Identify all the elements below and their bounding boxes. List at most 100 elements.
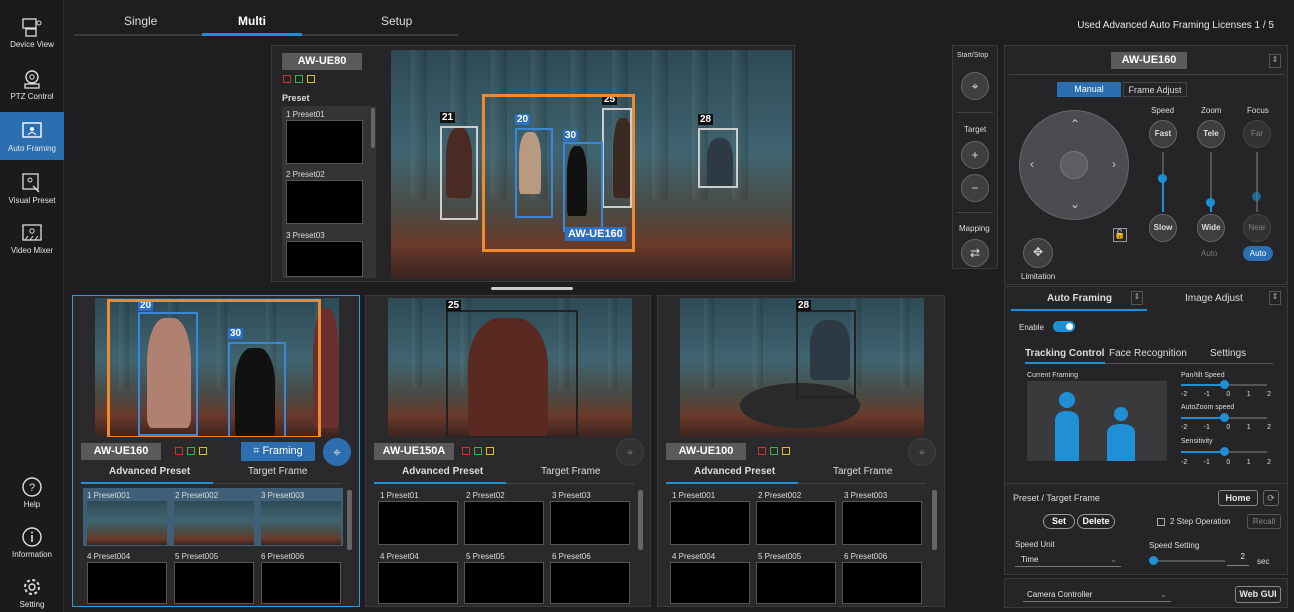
preset-thumb[interactable] (261, 562, 341, 604)
web-gui-button[interactable]: Web GUI (1235, 586, 1281, 603)
preset-thumb[interactable] (464, 501, 544, 545)
preset-thumb[interactable] (842, 501, 922, 545)
tab-multi[interactable]: Multi (238, 14, 266, 28)
focus-far-button[interactable]: Far (1243, 120, 1271, 148)
tab-settings[interactable]: Settings (1210, 348, 1246, 359)
camera-tile-3[interactable]: 28 AW-UE100 ⌖ Advanced Preset Target Fra… (657, 295, 945, 607)
preset-thumb[interactable] (550, 501, 630, 545)
pan-tilt-joystick[interactable]: ⌃ ⌄ ‹ › (1019, 110, 1129, 220)
nav-information[interactable]: Information (0, 526, 64, 559)
main-video-feed[interactable]: 21 20 25 30 28 AW-UE160 (391, 50, 792, 279)
nav-video-mixer[interactable]: Video Mixer (0, 222, 64, 255)
nav-device-view[interactable]: Device View (0, 16, 64, 49)
zoom-wide-button[interactable]: Wide (1197, 214, 1225, 242)
pantilt-speed-knob[interactable] (1220, 380, 1229, 389)
refresh-icon[interactable]: ⟳ (1263, 490, 1279, 506)
preset-thumb[interactable] (378, 562, 458, 604)
arrow-down-icon[interactable]: ⌄ (1070, 197, 1080, 211)
focus-auto-toggle[interactable]: Auto (1243, 246, 1273, 261)
delete-button[interactable]: Delete (1077, 514, 1115, 529)
nav-setting[interactable]: Setting (0, 576, 64, 609)
tab-advanced-preset[interactable]: Advanced Preset (402, 466, 483, 477)
tab-frame-adjust[interactable]: Frame Adjust (1123, 82, 1187, 97)
tab-target-frame[interactable]: Target Frame (541, 466, 600, 477)
nav-label: Video Mixer (10, 246, 54, 255)
joystick-center[interactable] (1060, 151, 1088, 179)
auto-framing-stepper[interactable]: ⇕ (1131, 291, 1143, 305)
tab-image-adjust[interactable]: Image Adjust (1185, 293, 1243, 304)
speed-fast-button[interactable]: Fast (1149, 120, 1177, 148)
tab-target-frame[interactable]: Target Frame (833, 466, 892, 477)
preset-thumb[interactable] (464, 562, 544, 604)
limitation-button[interactable]: ✥ (1023, 238, 1053, 268)
home-button[interactable]: Home (1218, 490, 1258, 506)
framing-target-icon[interactable]: ⌖ (323, 438, 351, 466)
nav-help[interactable]: ? Help (0, 476, 64, 509)
camera-tile-1[interactable]: 20 30 AW-UE160 ⌗ Framing ⌖ Advanced Pres… (72, 295, 360, 607)
preset-thumb[interactable] (174, 501, 254, 545)
resize-handle[interactable] (491, 287, 573, 290)
framing-target-icon[interactable]: ⌖ (616, 438, 644, 466)
add-target-button[interactable]: + (961, 141, 989, 169)
preset-thumb[interactable] (87, 501, 167, 545)
preset-thumb[interactable] (550, 562, 630, 604)
preset-thumb[interactable] (174, 562, 254, 604)
speed-slow-button[interactable]: Slow (1149, 214, 1177, 242)
tab-advanced-preset[interactable]: Advanced Preset (109, 466, 190, 477)
preset-thumb[interactable] (670, 562, 750, 604)
lock-icon[interactable]: 🔓 (1113, 228, 1127, 242)
tab-single[interactable]: Single (124, 14, 157, 28)
start-stop-button[interactable]: ⌖ (961, 72, 989, 100)
set-button[interactable]: Set (1043, 514, 1075, 529)
tab-manual[interactable]: Manual (1057, 82, 1121, 97)
enable-toggle[interactable] (1053, 321, 1075, 332)
tab-setup[interactable]: Setup (381, 14, 412, 28)
preset-thumb[interactable] (87, 562, 167, 604)
nav-auto-framing[interactable]: Auto Framing (0, 112, 64, 160)
preset-thumb[interactable] (286, 241, 363, 277)
recall-button[interactable]: Recall (1247, 514, 1281, 529)
preset-thumb[interactable] (756, 501, 836, 545)
image-adjust-stepper[interactable]: ⇕ (1269, 291, 1281, 305)
speed-unit-select[interactable]: Time ⌄ (1015, 552, 1121, 567)
framing-button[interactable]: ⌗ Framing (241, 442, 315, 461)
preset-thumb[interactable] (286, 180, 363, 224)
nav-ptz-control[interactable]: PTZ Control (0, 68, 64, 101)
tab-auto-framing[interactable]: Auto Framing (1047, 293, 1112, 304)
camera-feed[interactable]: 20 30 (95, 298, 339, 437)
remove-target-button[interactable]: − (961, 174, 989, 202)
preset-thumb[interactable] (378, 501, 458, 545)
autozoom-speed-knob[interactable] (1220, 413, 1229, 422)
tab-target-frame[interactable]: Target Frame (248, 466, 307, 477)
sensitivity-knob[interactable] (1220, 447, 1229, 456)
zoom-tele-button[interactable]: Tele (1197, 120, 1225, 148)
preset-thumb[interactable] (756, 562, 836, 604)
camera-controller-select[interactable]: Camera Controller ⌄ (1023, 587, 1171, 602)
focus-slider-knob[interactable] (1252, 192, 1261, 201)
tab-tracking-control[interactable]: Tracking Control (1025, 348, 1104, 359)
focus-near-button[interactable]: Near (1243, 214, 1271, 242)
preset-thumb[interactable] (261, 501, 341, 545)
tab-face-recognition[interactable]: Face Recognition (1109, 348, 1187, 359)
arrow-left-icon[interactable]: ‹ (1030, 157, 1034, 171)
preset-thumb[interactable] (286, 120, 363, 164)
camera-select-stepper[interactable]: ⇕ (1269, 54, 1281, 68)
framing-target-icon[interactable]: ⌖ (908, 438, 936, 466)
preset-scrollbar[interactable] (932, 490, 937, 550)
arrow-up-icon[interactable]: ⌃ (1070, 117, 1080, 131)
two-step-checkbox[interactable] (1157, 518, 1165, 526)
camera-tile-2[interactable]: 25 AW-UE150A ⌖ Advanced Preset Target Fr… (365, 295, 651, 607)
preset-thumb[interactable] (842, 562, 922, 604)
camera-feed[interactable]: 28 (680, 298, 924, 437)
nav-visual-preset[interactable]: Visual Preset (0, 172, 64, 205)
preset-scrollbar[interactable] (371, 108, 375, 148)
camera-feed[interactable]: 25 (388, 298, 632, 437)
arrow-right-icon[interactable]: › (1112, 157, 1116, 171)
preset-scrollbar[interactable] (347, 490, 352, 550)
preset-scrollbar[interactable] (638, 490, 643, 550)
speed-setting-knob[interactable] (1149, 556, 1158, 565)
tab-advanced-preset[interactable]: Advanced Preset (694, 466, 775, 477)
preset-thumb[interactable] (670, 501, 750, 545)
mapping-button[interactable]: ⇄ (961, 239, 989, 267)
speed-setting-input[interactable]: 2 (1227, 552, 1249, 566)
